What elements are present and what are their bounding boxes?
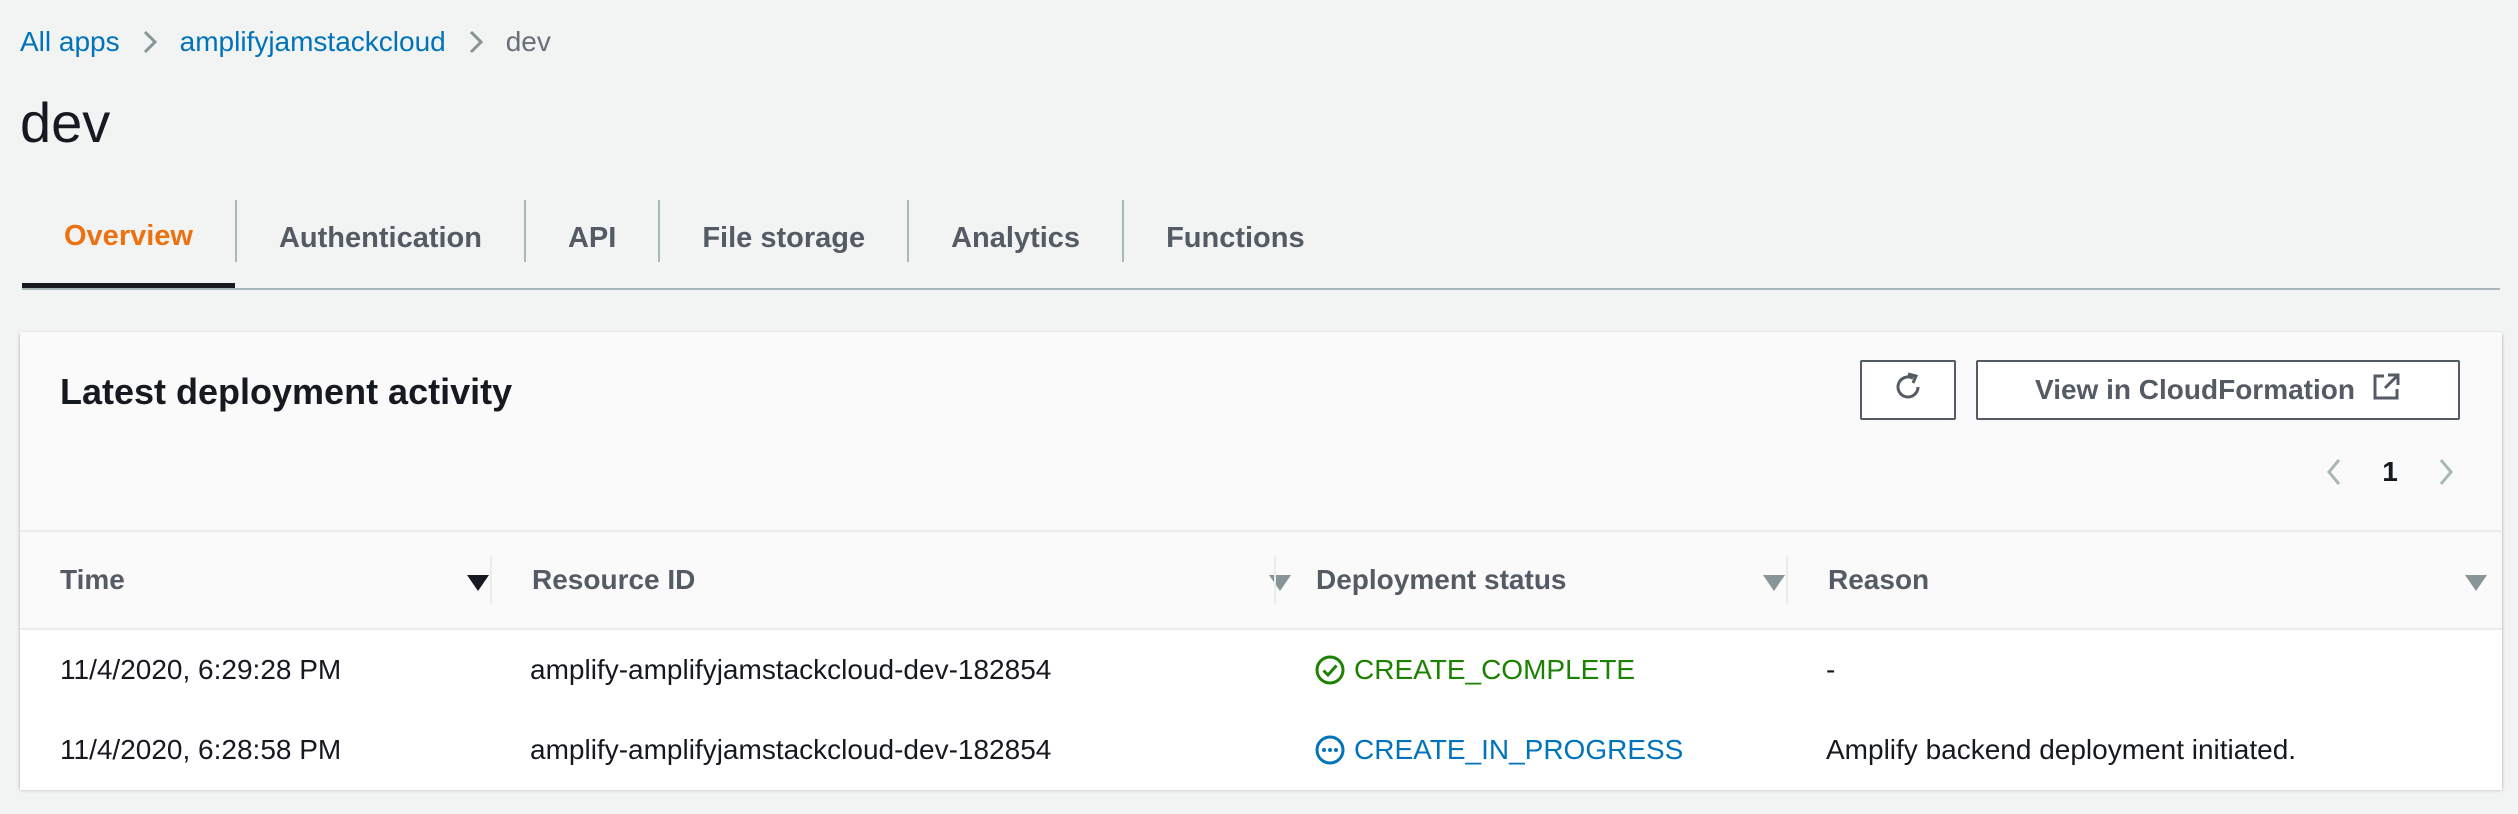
sort-icon	[2464, 568, 2488, 600]
column-header-resource-id[interactable]: Resource ID	[532, 532, 1292, 628]
in-progress-icon	[1314, 734, 1346, 766]
tab-analytics[interactable]: Analytics	[909, 190, 1122, 286]
view-in-cloudformation-button[interactable]: View in CloudFormation	[1976, 360, 2460, 420]
sort-icon	[1762, 568, 1786, 600]
sort-icon	[1268, 568, 1292, 600]
column-header-label: Reason	[1828, 564, 1930, 595]
chevron-right-icon	[446, 22, 506, 62]
external-link-icon	[2371, 372, 2401, 409]
cell-resource-id: amplify-amplifyjamstackcloud-dev-182854	[530, 734, 1052, 765]
tab-overview[interactable]: Overview	[22, 190, 235, 288]
tab-file-storage[interactable]: File storage	[660, 190, 907, 286]
chevron-right-icon	[120, 22, 180, 62]
breadcrumb-all-apps[interactable]: All apps	[20, 22, 120, 62]
cell-reason: -	[1826, 654, 1836, 685]
table-header: Time Resource ID Deployment status Reaso…	[20, 532, 2502, 630]
view-in-cloudformation-label: View in CloudFormation	[2035, 374, 2355, 405]
tab-api[interactable]: API	[526, 190, 658, 286]
column-header-label: Deployment status	[1316, 564, 1567, 595]
tab-authentication[interactable]: Authentication	[237, 190, 524, 286]
refresh-button[interactable]	[1860, 360, 1956, 420]
column-divider	[490, 556, 492, 604]
deployment-activity-panel: Latest deployment activity View in Cloud…	[20, 332, 2502, 790]
cell-resource-id: amplify-amplifyjamstackcloud-dev-182854	[530, 654, 1052, 685]
check-circle-icon	[1314, 654, 1346, 686]
column-header-time[interactable]: Time	[60, 532, 490, 628]
page-title: dev	[20, 91, 111, 154]
table-row: 11/4/2020, 6:29:28 PM amplify-amplifyjam…	[20, 630, 2502, 712]
page-number[interactable]: 1	[2362, 456, 2418, 488]
cell-deployment-status: CREATE_COMPLETE	[1314, 630, 1635, 710]
tab-functions[interactable]: Functions	[1124, 190, 1347, 286]
cell-reason: Amplify backend deployment initiated.	[1826, 734, 2297, 765]
cell-time: 11/4/2020, 6:28:58 PM	[60, 734, 342, 765]
column-header-deployment-status[interactable]: Deployment status	[1316, 532, 1786, 628]
breadcrumb: All apps amplifyjamstackcloud dev	[20, 22, 551, 62]
panel-title: Latest deployment activity	[60, 371, 513, 412]
column-header-label: Resource ID	[532, 564, 696, 595]
column-divider	[1274, 556, 1276, 604]
status-text: CREATE_IN_PROGRESS	[1354, 734, 1684, 765]
panel-header: Latest deployment activity View in Cloud…	[20, 332, 2502, 532]
next-page-button[interactable]	[2418, 448, 2474, 496]
status-text: CREATE_COMPLETE	[1354, 654, 1636, 685]
column-header-label: Time	[60, 564, 125, 595]
tab-bar: Overview Authentication API File storage…	[22, 190, 2500, 290]
table-row: 11/4/2020, 6:28:58 PM amplify-amplifyjam…	[20, 710, 2502, 790]
sort-descending-icon	[466, 568, 490, 600]
cell-deployment-status: CREATE_IN_PROGRESS	[1314, 710, 1683, 790]
breadcrumb-app[interactable]: amplifyjamstackcloud	[180, 22, 446, 62]
refresh-icon	[1891, 370, 1925, 411]
column-divider	[1786, 556, 1788, 604]
pagination: 1	[2306, 448, 2474, 496]
previous-page-button[interactable]	[2306, 448, 2362, 496]
column-header-reason[interactable]: Reason	[1828, 532, 2488, 628]
cell-time: 11/4/2020, 6:29:28 PM	[60, 654, 342, 685]
breadcrumb-current: dev	[505, 26, 551, 57]
